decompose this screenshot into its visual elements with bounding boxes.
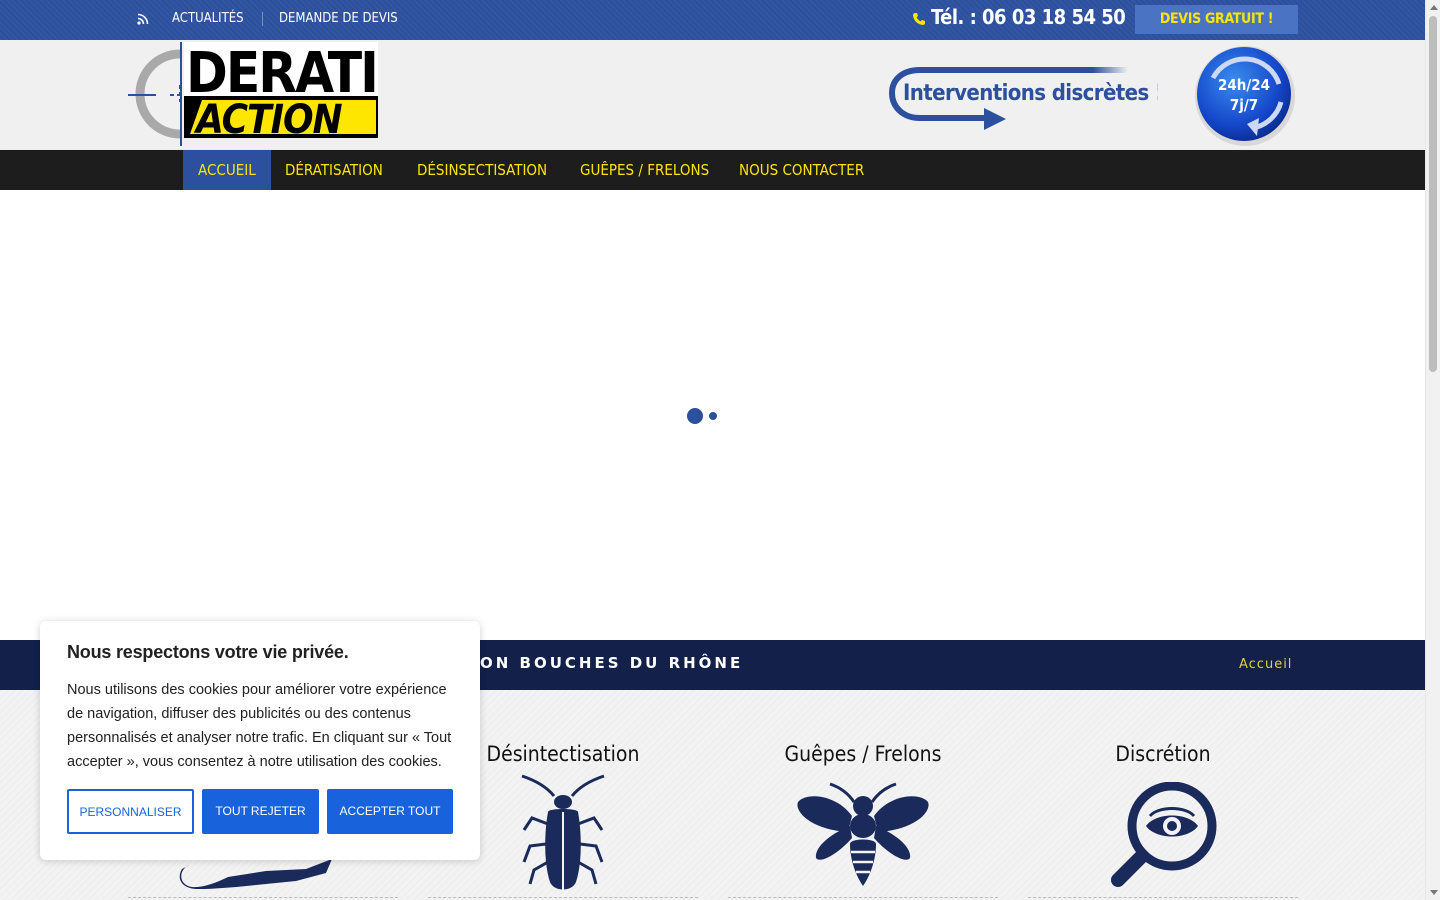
logo-word-action: ACTION: [193, 97, 343, 143]
nav-item-accueil[interactable]: ACCUEIL: [183, 150, 271, 190]
cookie-reject-all-button[interactable]: TOUT REJETER: [202, 789, 319, 834]
24-7-badge: 24h/24 7j/7: [1195, 46, 1295, 146]
scroll-up-arrow-icon[interactable]: [1430, 5, 1438, 10]
main-nav: ACCUEIL DÉRATISATION DÉSINSECTISATION GU…: [0, 150, 1425, 190]
scrollbar-thumb[interactable]: [1429, 16, 1437, 372]
slogan-banner: Interventions discrètes !: [888, 67, 1158, 130]
badge-line1: 24h/24: [1218, 76, 1270, 94]
page-title: ON BOUCHES DU RHÔNE: [480, 654, 744, 672]
rss-icon[interactable]: [137, 13, 149, 25]
cookie-text: Nous utilisons des cookies pour améliore…: [67, 682, 452, 770]
nav-item-guepes-frelons[interactable]: GUÊPES / FRELONS: [565, 150, 724, 190]
service-title-guepes-frelons[interactable]: Guêpes / Frelons: [728, 742, 998, 766]
nav-item-nous-contacter[interactable]: NOUS CONTACTER: [724, 150, 879, 190]
wasp-icon[interactable]: [796, 780, 930, 888]
cookie-title: Nous respectons votre vie privée.: [67, 642, 349, 662]
phone-number[interactable]: Tél. : 06 03 18 54 50: [931, 5, 1126, 29]
phone-icon: [913, 13, 925, 25]
slogan-text: Interventions discrètes !: [903, 81, 1158, 106]
loading-indicator-dot: [709, 412, 717, 420]
service-divider: [1028, 897, 1298, 898]
topbar-separator: [262, 12, 263, 26]
site-logo[interactable]: DERATI ACTION: [128, 42, 380, 148]
badge-line2: 7j/7: [1230, 96, 1258, 114]
top-bar: ACTUALITÉS DEMANDE DE DEVIS Tél. : 06 03…: [0, 0, 1425, 40]
magnifier-eye-icon[interactable]: [1110, 782, 1218, 888]
page-scrollbar[interactable]: [1425, 0, 1440, 900]
nav-item-desinsectisation[interactable]: DÉSINSECTISATION: [402, 150, 562, 190]
rat-icon[interactable]: [176, 855, 336, 891]
service-divider: [728, 897, 998, 898]
devis-gratuit-button[interactable]: DEVIS GRATUIT !: [1135, 5, 1298, 34]
topbar-link-actualites[interactable]: ACTUALITÉS: [172, 11, 244, 26]
nav-item-deratisation[interactable]: DÉRATISATION: [270, 150, 398, 190]
cookie-accept-all-button[interactable]: ACCEPTER TOUT: [327, 789, 453, 834]
cookie-customize-button[interactable]: PERSONNALISER: [67, 789, 194, 834]
cookie-consent-dialog: Nous respectons votre vie privée. Nous u…: [40, 621, 480, 860]
service-divider: [128, 897, 398, 898]
cockroach-icon[interactable]: [518, 774, 608, 894]
scroll-down-arrow-icon[interactable]: [1430, 890, 1438, 895]
service-title-discretion[interactable]: Discrétion: [1028, 742, 1298, 766]
loading-indicator: [687, 408, 703, 424]
breadcrumb[interactable]: Accueil: [1239, 657, 1292, 672]
service-divider: [428, 897, 698, 898]
topbar-link-demande-devis[interactable]: DEMANDE DE DEVIS: [279, 11, 398, 26]
